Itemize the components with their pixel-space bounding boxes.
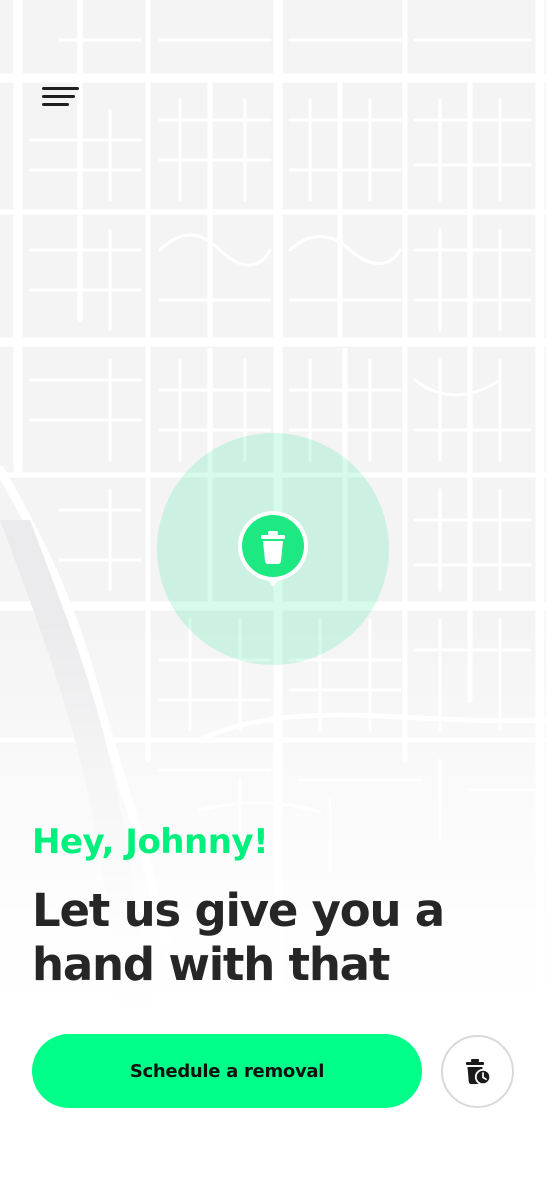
app-screen: Hey, Johnny! Let us give you a hand with… [0,0,546,1182]
page-headline: Let us give you a hand with that [32,884,512,992]
menu-button[interactable] [38,82,84,112]
headline-line-2: hand with that [32,938,390,991]
headline-line-1: Let us give you a [32,884,445,937]
schedule-removal-button[interactable]: Schedule a removal [32,1034,422,1108]
location-marker[interactable] [237,510,309,592]
scheduled-trash-clock-icon [465,1058,491,1085]
scheduled-removals-button[interactable] [441,1035,514,1108]
schedule-removal-label: Schedule a removal [129,1060,325,1082]
greeting-text: Hey, Johnny! [32,822,269,862]
